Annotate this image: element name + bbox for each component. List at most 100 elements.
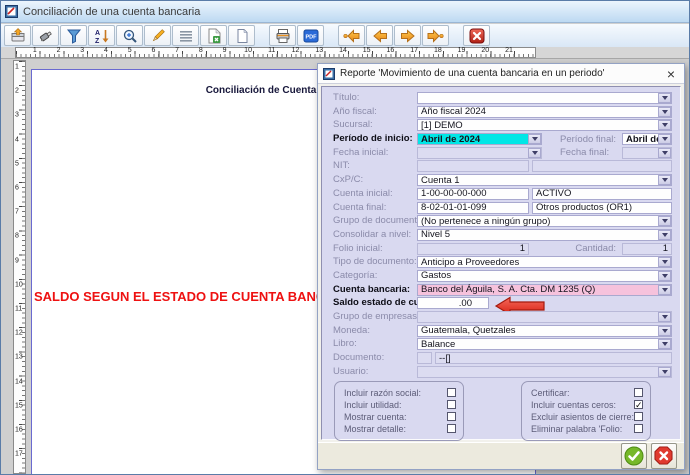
filter-button[interactable] xyxy=(60,25,87,46)
dropdown-arrow-icon[interactable] xyxy=(658,175,671,185)
field-sublabel: Fecha final: xyxy=(560,147,622,158)
save-button[interactable] xyxy=(4,25,31,46)
dropdown-arrow-icon[interactable] xyxy=(658,134,671,144)
dropdown-arrow-icon[interactable] xyxy=(658,326,671,336)
combo-field[interactable] xyxy=(417,366,672,378)
export-pdf-button[interactable]: PDF xyxy=(297,25,324,46)
dropdown-arrow-icon[interactable] xyxy=(658,312,671,322)
combo-field[interactable]: [1] DEMO xyxy=(417,119,672,131)
toolbar: AZ PDF xyxy=(1,24,689,47)
field-sublabel: Cantidad: xyxy=(529,243,622,254)
dropdown-arrow-icon[interactable] xyxy=(658,148,671,158)
vertical-ruler: 1234567891011121314151617 xyxy=(13,60,26,474)
dropdown-arrow-icon[interactable] xyxy=(658,216,671,226)
field-label: Documento: xyxy=(333,352,417,364)
h-ruler-number: 13 xyxy=(315,47,323,54)
dropdown-arrow-icon[interactable] xyxy=(658,107,671,117)
dropdown-arrow-icon[interactable] xyxy=(658,120,671,130)
combo-field[interactable]: (No pertenece a ningún grupo) xyxy=(417,215,672,227)
checkbox-label: Excluir asientos de cierre: xyxy=(531,412,634,422)
checkbox-label: Incluir cuentas ceros: xyxy=(531,400,634,410)
h-ruler-number: 15 xyxy=(363,47,371,54)
combo-field[interactable]: Anticipo a Proveedores xyxy=(417,256,672,268)
dropdown-arrow-icon[interactable] xyxy=(658,285,671,295)
text-field[interactable]: 1-00-00-00-000 xyxy=(417,188,529,200)
ok-button[interactable] xyxy=(621,443,647,469)
h-ruler-number: 9 xyxy=(223,47,227,54)
combo-field[interactable] xyxy=(417,147,542,159)
previous-button[interactable] xyxy=(366,25,393,46)
text-field[interactable]: 1 xyxy=(622,243,672,255)
text-field[interactable]: ACTIVO xyxy=(532,188,672,200)
checkbox[interactable] xyxy=(634,388,643,397)
checkbox[interactable] xyxy=(447,424,456,433)
dropdown-arrow-icon[interactable] xyxy=(528,148,541,158)
checkbox-row: Certificar: xyxy=(531,387,643,399)
field-value: 1 xyxy=(660,243,671,254)
h-ruler-number: 16 xyxy=(387,47,395,54)
combo-field[interactable]: Nivel 5 xyxy=(417,229,672,241)
text-field[interactable] xyxy=(417,160,529,172)
text-field[interactable] xyxy=(532,160,672,172)
v-ruler-number: 1 xyxy=(15,64,19,71)
next-button[interactable] xyxy=(394,25,421,46)
v-ruler-number: 2 xyxy=(15,88,19,95)
combo-field[interactable]: Banco del Águila, S. A. Cta. DM 1235 (Q) xyxy=(417,284,672,296)
combo-field[interactable]: Guatemala, Quetzales xyxy=(417,325,672,337)
highlight-button[interactable] xyxy=(144,25,171,46)
first-button[interactable] xyxy=(338,25,365,46)
dropdown-arrow-icon[interactable] xyxy=(528,134,541,144)
field-label: Tipo de documento: xyxy=(333,256,417,268)
dropdown-arrow-icon[interactable] xyxy=(658,230,671,240)
export-excel-button[interactable] xyxy=(200,25,227,46)
field-label: Grupo de empresas: xyxy=(333,311,417,323)
dropdown-arrow-icon[interactable] xyxy=(658,339,671,349)
combo-field[interactable]: Gastos xyxy=(417,270,672,282)
text-field[interactable]: --[] xyxy=(435,352,672,364)
h-ruler-number: 8 xyxy=(199,47,203,54)
checkbox[interactable] xyxy=(634,424,643,433)
combo-field[interactable]: Balance xyxy=(417,338,672,350)
combo-field[interactable]: Abril de 2024 xyxy=(417,133,542,145)
combo-field[interactable]: Cuenta 1 xyxy=(417,174,672,186)
form-row: Usuario: xyxy=(333,366,672,378)
text-field[interactable]: .00 xyxy=(417,297,489,309)
checkbox[interactable] xyxy=(447,388,456,397)
print-button[interactable] xyxy=(269,25,296,46)
checkbox[interactable] xyxy=(634,412,643,421)
checkbox-row: Mostrar cuenta: xyxy=(344,411,456,423)
dropdown-arrow-icon[interactable] xyxy=(658,271,671,281)
zoom-button[interactable] xyxy=(116,25,143,46)
load-usb-button[interactable] xyxy=(32,25,59,46)
checkbox[interactable] xyxy=(447,412,456,421)
close-button[interactable] xyxy=(463,25,490,46)
v-ruler-number: 15 xyxy=(15,402,23,409)
lines-button[interactable] xyxy=(172,25,199,46)
new-page-button[interactable] xyxy=(228,25,255,46)
checkbox[interactable]: ✓ xyxy=(634,400,643,409)
dropdown-arrow-icon[interactable] xyxy=(658,93,671,103)
checkbox[interactable] xyxy=(447,400,456,409)
form-row: Año fiscal:Año fiscal 2024 xyxy=(333,106,672,118)
combo-field[interactable] xyxy=(622,147,672,159)
sort-az-button[interactable]: AZ xyxy=(88,25,115,46)
h-ruler-number: 4 xyxy=(104,47,108,54)
field-value: Otros productos (OR1) xyxy=(533,202,635,213)
dialog-close-icon[interactable]: × xyxy=(664,67,678,81)
dropdown-arrow-icon[interactable] xyxy=(658,257,671,267)
combo-field[interactable] xyxy=(417,92,672,104)
combo-field[interactable]: Año fiscal 2024 xyxy=(417,106,672,118)
text-field[interactable] xyxy=(417,352,432,364)
dropdown-arrow-icon[interactable] xyxy=(658,367,671,377)
field-value: (No pertenece a ningún grupo) xyxy=(418,216,553,227)
checkbox-group: Certificar:Incluir cuentas ceros:✓Exclui… xyxy=(521,381,651,441)
cancel-button[interactable] xyxy=(651,443,677,469)
text-field[interactable]: 8-02-01-01-099 xyxy=(417,202,529,214)
last-button[interactable] xyxy=(422,25,449,46)
form-row: Saldo estado de cuent.00 xyxy=(333,297,672,309)
text-field[interactable]: Otros productos (OR1) xyxy=(532,202,672,214)
combo-field[interactable] xyxy=(417,311,672,323)
form-row: Categoría:Gastos xyxy=(333,270,672,282)
text-field[interactable]: 1 xyxy=(417,243,529,255)
combo-field[interactable]: Abril de 2024 xyxy=(622,133,672,145)
